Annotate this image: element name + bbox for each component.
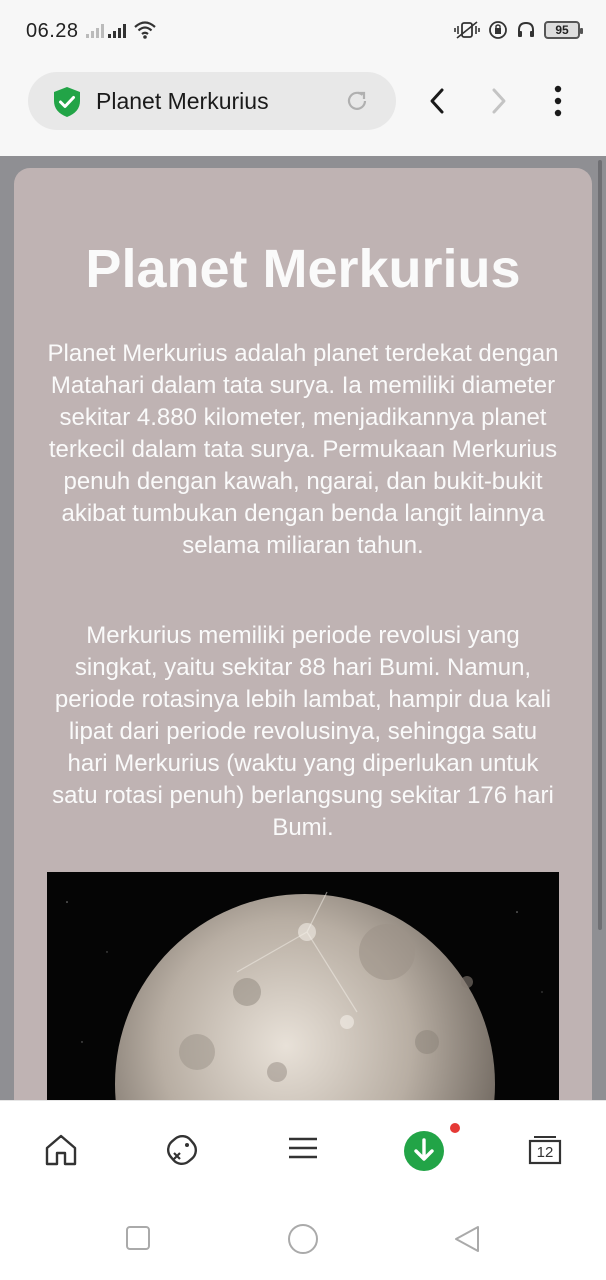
- download-icon[interactable]: [402, 1129, 446, 1173]
- home-circle-icon[interactable]: [286, 1222, 320, 1256]
- shield-check-icon: [54, 87, 80, 117]
- headphones-icon: [518, 21, 534, 37]
- recent-apps-icon[interactable]: [124, 1224, 152, 1252]
- home-icon[interactable]: [42, 1131, 80, 1169]
- tabs-count: 12: [536, 1144, 554, 1161]
- browser-toolbar: Planet Merkurius: [0, 62, 606, 156]
- article-title: Planet Merkurius: [85, 239, 521, 299]
- game-controller-icon[interactable]: [162, 1131, 202, 1171]
- signal-icon: [108, 24, 126, 38]
- reload-icon[interactable]: [344, 88, 370, 114]
- download-notification-dot: [450, 1123, 460, 1133]
- data-saver-icon: [489, 21, 507, 39]
- forward-icon[interactable]: [486, 86, 512, 116]
- status-time: 06.28: [26, 20, 79, 42]
- page-title-in-address-bar: Planet Merkurius: [96, 88, 269, 114]
- system-navigation-bar: [0, 1200, 606, 1280]
- more-options-icon[interactable]: [548, 84, 568, 118]
- vibrate-icon: [454, 21, 480, 39]
- signal-weak-icon: [86, 24, 104, 38]
- back-triangle-icon[interactable]: [452, 1224, 482, 1254]
- mercury-illustration: [66, 891, 543, 1100]
- wifi-icon: [134, 21, 156, 39]
- address-bar[interactable]: Planet Merkurius: [28, 72, 396, 130]
- scrollbar[interactable]: [598, 160, 602, 930]
- menu-icon[interactable]: [286, 1131, 320, 1165]
- tabs-button[interactable]: 12: [528, 1135, 562, 1165]
- article-paragraph-2: Merkurius memiliki periode revolusi yang…: [52, 622, 554, 841]
- status-bar: 06.28 95: [0, 0, 606, 62]
- battery-indicator: 95: [544, 21, 583, 39]
- back-icon[interactable]: [424, 86, 450, 116]
- status-icons: 95: [454, 20, 583, 40]
- browser-bottom-nav: 12: [0, 1100, 606, 1200]
- web-content[interactable]: Planet Merkurius Planet Merkurius adalah…: [0, 156, 606, 1100]
- article-card: Planet Merkurius Planet Merkurius adalah…: [14, 168, 592, 1100]
- mercury-image: [47, 872, 559, 1100]
- article-paragraph-1: Planet Merkurius adalah planet terdekat …: [47, 340, 559, 559]
